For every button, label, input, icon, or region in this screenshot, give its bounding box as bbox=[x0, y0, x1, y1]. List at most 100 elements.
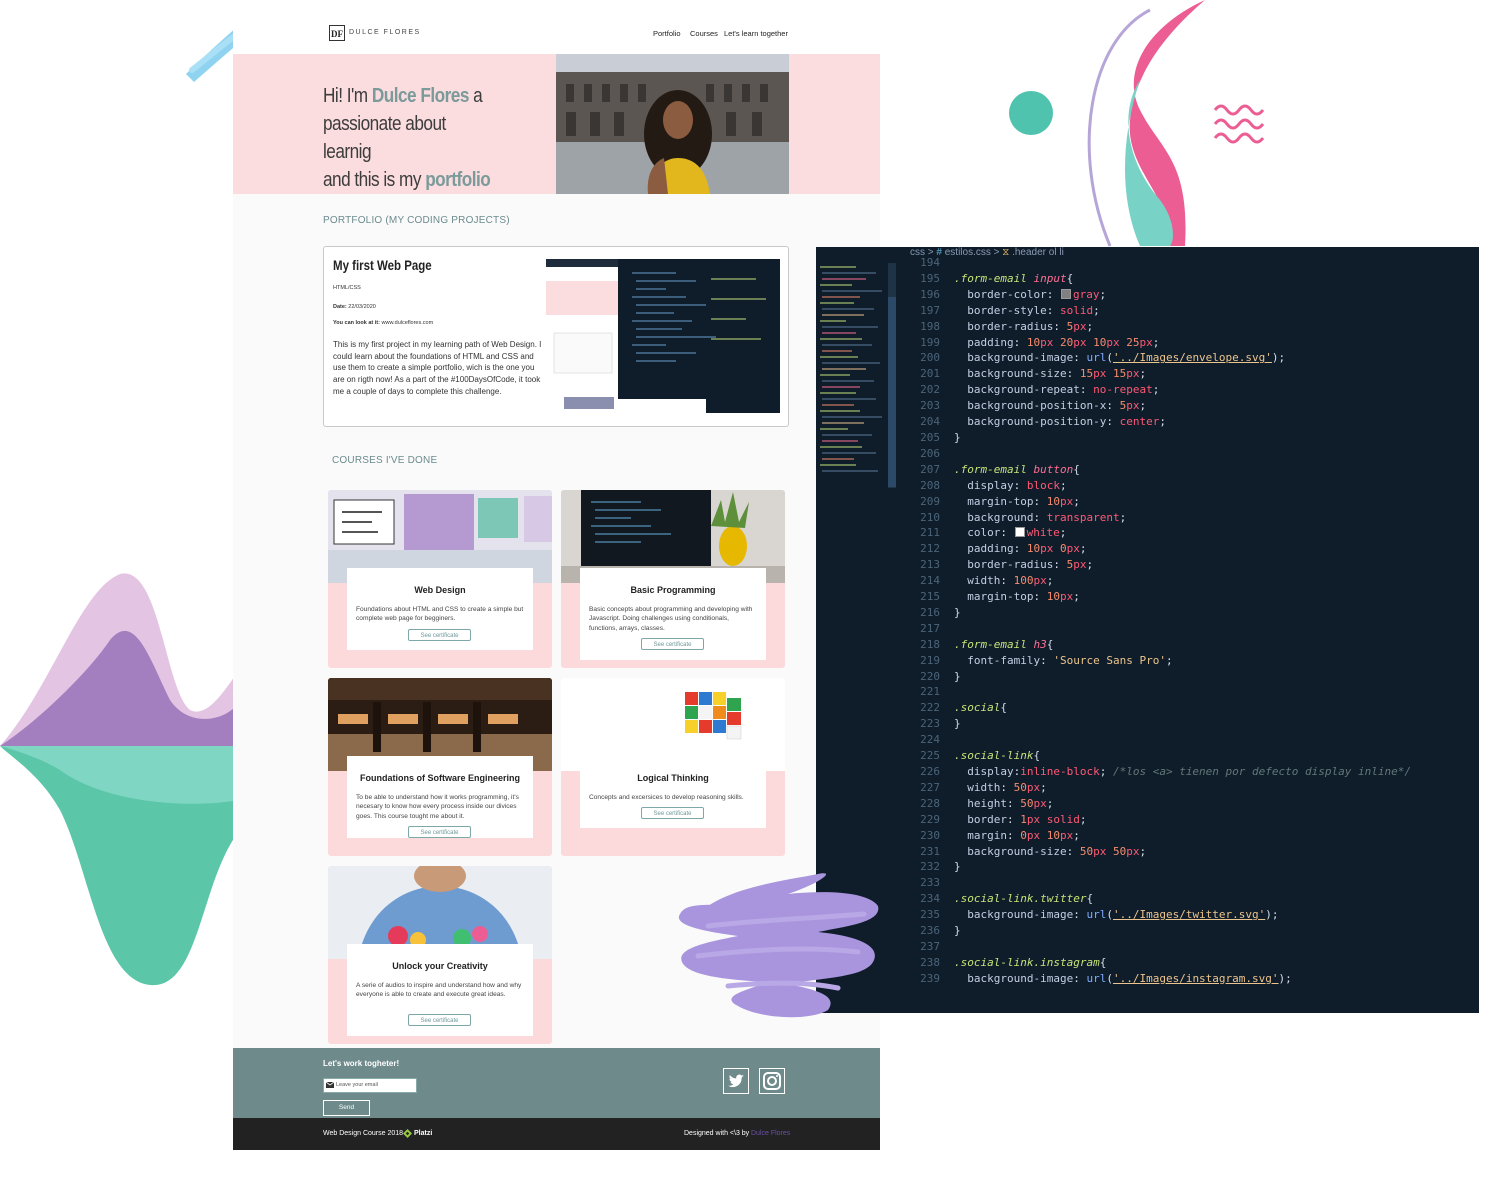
code-text[interactable]: background-image: url('../Images/envelop… bbox=[954, 351, 1285, 364]
code-text[interactable]: .social-link{ bbox=[954, 749, 1040, 762]
code-line[interactable]: 212 padding: 10px 0px; bbox=[910, 541, 1411, 557]
minimap-slider[interactable] bbox=[888, 297, 896, 487]
code-text[interactable]: } bbox=[954, 924, 961, 937]
code-text[interactable]: .social-link.twitter{ bbox=[954, 892, 1093, 905]
code-text[interactable]: background-position-x: 5px; bbox=[954, 399, 1146, 412]
code-text[interactable]: margin: 0px 10px; bbox=[954, 829, 1080, 842]
code-text[interactable]: } bbox=[954, 717, 961, 730]
code-line[interactable]: 220} bbox=[910, 669, 1411, 685]
code-line[interactable]: 211 color: white; bbox=[910, 525, 1411, 541]
code-text[interactable]: .form-email input{ bbox=[954, 272, 1073, 285]
code-line[interactable]: 223} bbox=[910, 716, 1411, 732]
code-text[interactable]: background-image: url('../Images/twitter… bbox=[954, 908, 1278, 921]
project-link[interactable]: You can look at it: www.dulceflores.com bbox=[333, 320, 433, 326]
code-line[interactable]: 200 background-image: url('../Images/env… bbox=[910, 350, 1411, 366]
see-certificate-button[interactable]: See certificate bbox=[641, 638, 704, 650]
code-line[interactable]: 234 .social-link.twitter{ bbox=[910, 891, 1411, 907]
code-text[interactable]: .form-email h3{ bbox=[954, 638, 1053, 651]
logo-mark[interactable]: DF bbox=[329, 25, 345, 41]
code-line[interactable]: 203 background-position-x: 5px; bbox=[910, 398, 1411, 414]
code-line[interactable]: 239 background-image: url('../Images/ins… bbox=[910, 971, 1411, 987]
code-line[interactable]: 194 bbox=[910, 255, 1411, 271]
code-text[interactable]: background-repeat: no-repeat; bbox=[954, 383, 1159, 396]
code-line[interactable]: 225 .social-link{ bbox=[910, 748, 1411, 764]
code-line[interactable]: 201 background-size: 15px 15px; bbox=[910, 366, 1411, 382]
code-text[interactable]: .form-email button{ bbox=[954, 463, 1080, 476]
code-line[interactable]: 204 background-position-y: center; bbox=[910, 414, 1411, 430]
code-line[interactable]: 232} bbox=[910, 859, 1411, 875]
code-line[interactable]: 219 font-family: 'Source Sans Pro'; bbox=[910, 653, 1411, 669]
code-line[interactable]: 228 height: 50px; bbox=[910, 796, 1411, 812]
code-line[interactable]: 214 width: 100px; bbox=[910, 573, 1411, 589]
code-text[interactable]: } bbox=[954, 606, 961, 619]
code-text[interactable]: padding: 10px 20px 10px 25px; bbox=[954, 336, 1159, 349]
code-text[interactable]: display: block; bbox=[954, 479, 1066, 492]
code-editor[interactable]: css > # estilos.css > ⧖ .header ol li 19… bbox=[816, 247, 1479, 1013]
send-button[interactable]: Send bbox=[323, 1100, 370, 1116]
code-text[interactable]: border-radius: 5px; bbox=[954, 320, 1093, 333]
code-lines[interactable]: 194 195 .form-email input{196 border-color… bbox=[910, 255, 1411, 987]
code-text[interactable]: display:inline-block; /*los <a> tienen p… bbox=[954, 765, 1411, 778]
email-input[interactable]: Leave your email bbox=[323, 1078, 417, 1093]
code-text[interactable]: border: 1px solid; bbox=[954, 813, 1086, 826]
code-line[interactable]: 202 background-repeat: no-repeat; bbox=[910, 382, 1411, 398]
code-line[interactable]: 215 margin-top: 10px; bbox=[910, 589, 1411, 605]
code-line[interactable]: 226 display:inline-block; /*los <a> tien… bbox=[910, 764, 1411, 780]
nav-link-portfolio[interactable]: Portfolio bbox=[653, 29, 681, 38]
code-line[interactable]: 235 background-image: url('../Images/twi… bbox=[910, 907, 1411, 923]
code-text[interactable]: border-color: gray; bbox=[954, 288, 1106, 301]
see-certificate-button[interactable]: See certificate bbox=[408, 629, 471, 641]
logo-name[interactable]: DULCE FLORES bbox=[349, 29, 421, 36]
code-text[interactable]: } bbox=[954, 670, 961, 683]
code-line[interactable]: 222 .social{ bbox=[910, 700, 1411, 716]
code-text[interactable]: margin-top: 10px; bbox=[954, 495, 1080, 508]
code-text[interactable]: color: white; bbox=[954, 526, 1066, 539]
code-line[interactable]: 238 .social-link.instagram{ bbox=[910, 955, 1411, 971]
nav-link-courses[interactable]: Courses bbox=[690, 29, 718, 38]
code-text[interactable]: } bbox=[954, 431, 961, 444]
code-text[interactable]: } bbox=[954, 860, 961, 873]
code-line[interactable]: 236} bbox=[910, 923, 1411, 939]
see-certificate-button[interactable]: See certificate bbox=[408, 826, 471, 838]
code-text[interactable]: border-style: solid; bbox=[954, 304, 1099, 317]
code-line[interactable]: 237 bbox=[910, 939, 1411, 955]
see-certificate-button[interactable]: See certificate bbox=[408, 1014, 471, 1026]
code-line[interactable]: 208 display: block; bbox=[910, 478, 1411, 494]
code-line[interactable]: 197 border-style: solid; bbox=[910, 303, 1411, 319]
code-line[interactable]: 224 bbox=[910, 732, 1411, 748]
code-line[interactable]: 217 bbox=[910, 621, 1411, 637]
code-line[interactable]: 198 border-radius: 5px; bbox=[910, 319, 1411, 335]
code-text[interactable]: font-family: 'Source Sans Pro'; bbox=[954, 654, 1172, 667]
code-line[interactable]: 231 background-size: 50px 50px; bbox=[910, 844, 1411, 860]
nav-link-learn-together[interactable]: Let's learn together bbox=[724, 29, 788, 38]
code-text[interactable]: background-position-y: center; bbox=[954, 415, 1166, 428]
code-line[interactable]: 227 width: 50px; bbox=[910, 780, 1411, 796]
minimap[interactable] bbox=[816, 263, 886, 493]
code-text[interactable]: .social-link.instagram{ bbox=[954, 956, 1106, 969]
code-line[interactable]: 199 padding: 10px 20px 10px 25px; bbox=[910, 335, 1411, 351]
see-certificate-button[interactable]: See certificate bbox=[641, 807, 704, 819]
code-text[interactable]: width: 50px; bbox=[954, 781, 1047, 794]
code-text[interactable]: background: transparent; bbox=[954, 511, 1126, 524]
code-line[interactable]: 206 bbox=[910, 446, 1411, 462]
code-line[interactable]: 221 bbox=[910, 684, 1411, 700]
code-text[interactable]: border-radius: 5px; bbox=[954, 558, 1093, 571]
code-line[interactable]: 196 border-color: gray; bbox=[910, 287, 1411, 303]
code-line[interactable]: 209 margin-top: 10px; bbox=[910, 494, 1411, 510]
code-line[interactable]: 207 .form-email button{ bbox=[910, 462, 1411, 478]
code-text[interactable]: width: 100px; bbox=[954, 574, 1053, 587]
code-line[interactable]: 218 .form-email h3{ bbox=[910, 637, 1411, 653]
code-text[interactable]: background-size: 50px 50px; bbox=[954, 845, 1146, 858]
instagram-icon[interactable] bbox=[759, 1068, 785, 1094]
code-line[interactable]: 230 margin: 0px 10px; bbox=[910, 828, 1411, 844]
code-line[interactable]: 195 .form-email input{ bbox=[910, 271, 1411, 287]
twitter-icon[interactable] bbox=[723, 1068, 749, 1094]
code-text[interactable]: margin-top: 10px; bbox=[954, 590, 1080, 603]
code-line[interactable]: 229 border: 1px solid; bbox=[910, 812, 1411, 828]
code-line[interactable]: 233 bbox=[910, 875, 1411, 891]
code-line[interactable]: 213 border-radius: 5px; bbox=[910, 557, 1411, 573]
code-text[interactable]: .social{ bbox=[954, 701, 1007, 714]
designer-name[interactable]: Dulce Flores bbox=[751, 1130, 790, 1137]
code-text[interactable]: height: 50px; bbox=[954, 797, 1053, 810]
code-text[interactable]: background-image: url('../Images/instagr… bbox=[954, 972, 1292, 985]
